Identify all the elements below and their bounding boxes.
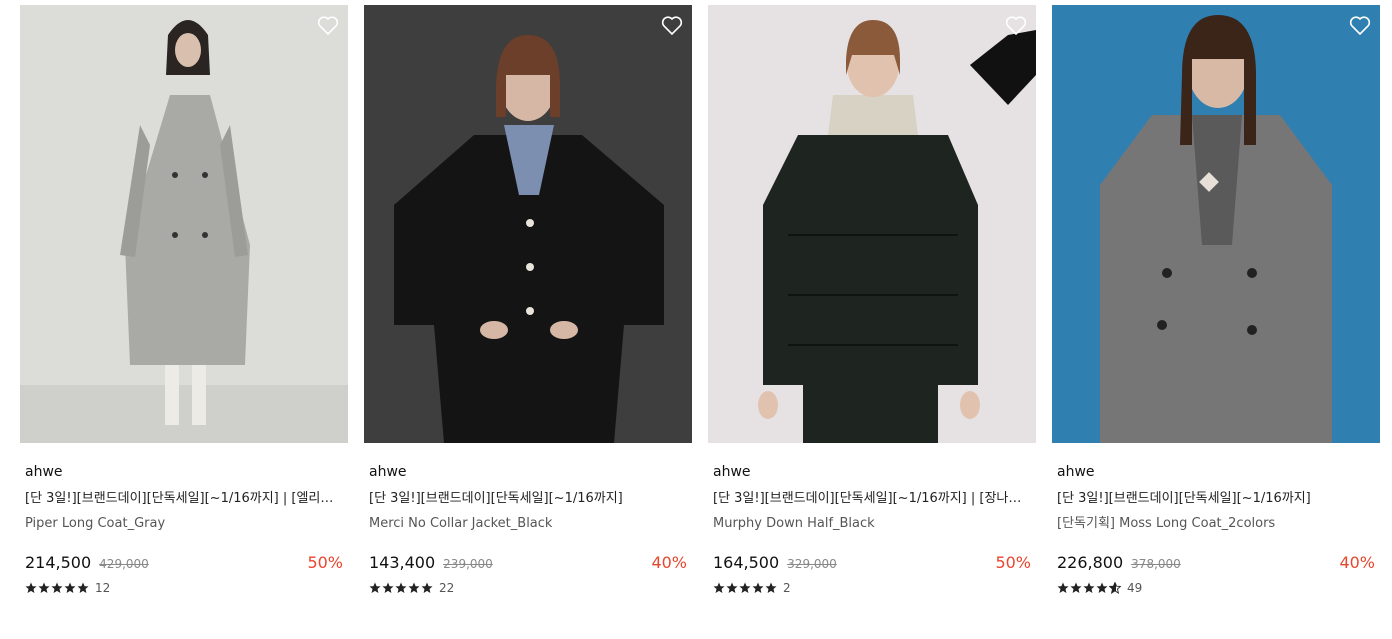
star-icon <box>713 582 725 593</box>
product-title[interactable]: [단 3일!][브랜드데이][단독세일][~1/16까지] | [장나라 ... <box>713 490 1031 508</box>
star-rating <box>369 582 433 594</box>
discount-rate: 50% <box>307 553 343 572</box>
product-subtitle[interactable]: [단독기획] Moss Long Coat_2colors <box>1057 515 1375 533</box>
wishlist-heart-icon[interactable] <box>1004 13 1028 37</box>
star-half-icon <box>1109 582 1121 594</box>
star-icon <box>1057 582 1069 593</box>
review-count: 12 <box>95 581 111 595</box>
star-icon <box>1083 582 1095 593</box>
star-icon <box>38 582 50 593</box>
star-icon <box>51 582 63 593</box>
product-card[interactable]: ahwe [단 3일!][브랜드데이][단독세일][~1/16까지] | [장나… <box>708 5 1036 596</box>
wishlist-heart-icon[interactable] <box>316 13 340 37</box>
product-subtitle[interactable]: Piper Long Coat_Gray <box>25 515 343 533</box>
star-icon <box>752 582 764 593</box>
star-icon <box>25 582 37 593</box>
product-grid: ahwe [단 3일!][브랜드데이][단독세일][~1/16까지] | [엘리… <box>0 0 1392 639</box>
sale-price: 143,400 <box>369 553 436 572</box>
star-icon <box>369 582 381 593</box>
star-icon <box>395 582 407 593</box>
rating: 49 <box>1057 580 1380 596</box>
product-image[interactable] <box>708 5 1036 443</box>
star-icon <box>726 582 738 593</box>
discount-rate: 40% <box>1339 553 1375 572</box>
product-subtitle[interactable]: Murphy Down Half_Black <box>713 515 1031 533</box>
star-icon <box>1096 582 1108 593</box>
price-row: 226,800 378,000 40% <box>1057 552 1375 574</box>
sale-price: 214,500 <box>25 553 92 572</box>
star-icon <box>739 582 751 593</box>
discount-rate: 40% <box>651 553 687 572</box>
price-row: 214,500 429,000 50% <box>25 552 343 574</box>
product-card[interactable]: ahwe [단 3일!][브랜드데이][단독세일][~1/16까지] [단독기획… <box>1052 5 1380 596</box>
rating: 12 <box>25 580 348 596</box>
original-price: 429,000 <box>99 557 149 571</box>
wishlist-heart-icon[interactable] <box>1348 13 1372 37</box>
brand-name[interactable]: ahwe <box>369 463 692 481</box>
product-image[interactable] <box>1052 5 1380 443</box>
product-title[interactable]: [단 3일!][브랜드데이][단독세일][~1/16까지] <box>1057 490 1375 508</box>
star-rating <box>1057 582 1121 594</box>
product-image[interactable] <box>364 5 692 443</box>
brand-name[interactable]: ahwe <box>713 463 1036 481</box>
star-icon <box>64 582 76 593</box>
product-card[interactable]: ahwe [단 3일!][브랜드데이][단독세일][~1/16까지] Merci… <box>364 5 692 596</box>
original-price: 378,000 <box>1131 557 1181 571</box>
star-rating <box>713 582 777 594</box>
review-count: 2 <box>783 581 791 595</box>
product-image[interactable] <box>20 5 348 443</box>
sale-price: 164,500 <box>713 553 780 572</box>
original-price: 239,000 <box>443 557 493 571</box>
star-icon <box>382 582 394 593</box>
product-card[interactable]: ahwe [단 3일!][브랜드데이][단독세일][~1/16까지] | [엘리… <box>20 5 348 596</box>
discount-rate: 50% <box>995 553 1031 572</box>
product-subtitle[interactable]: Merci No Collar Jacket_Black <box>369 515 687 533</box>
brand-name[interactable]: ahwe <box>1057 463 1380 481</box>
wishlist-heart-icon[interactable] <box>660 13 684 37</box>
star-icon <box>421 582 433 593</box>
review-count: 49 <box>1127 581 1143 595</box>
review-count: 22 <box>439 581 455 595</box>
rating: 22 <box>369 580 692 596</box>
product-title[interactable]: [단 3일!][브랜드데이][단독세일][~1/16까지] | [엘리스 ... <box>25 490 343 508</box>
star-icon <box>765 582 777 593</box>
star-icon <box>1070 582 1082 593</box>
brand-name[interactable]: ahwe <box>25 463 348 481</box>
rating: 2 <box>713 580 1036 596</box>
original-price: 329,000 <box>787 557 837 571</box>
sale-price: 226,800 <box>1057 553 1124 572</box>
star-rating <box>25 582 89 594</box>
product-title[interactable]: [단 3일!][브랜드데이][단독세일][~1/16까지] <box>369 490 687 508</box>
price-row: 143,400 239,000 40% <box>369 552 687 574</box>
star-icon <box>408 582 420 593</box>
star-icon <box>77 582 89 593</box>
price-row: 164,500 329,000 50% <box>713 552 1031 574</box>
